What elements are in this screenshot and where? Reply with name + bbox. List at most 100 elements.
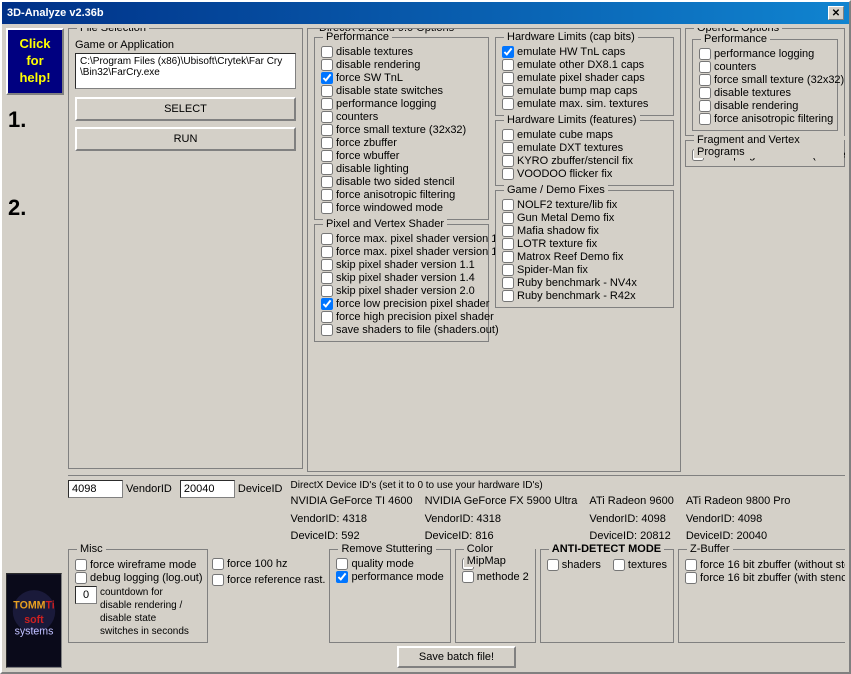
hw-cap-1: emulate other DX8.1 caps	[502, 59, 667, 71]
perf-check-12[interactable]	[321, 202, 333, 214]
ogl-perf-check-5[interactable]	[699, 113, 711, 125]
perf-item-11: force anisotropic filtering	[321, 189, 482, 201]
pv-check-4[interactable]	[321, 285, 333, 297]
misc-check-0[interactable]	[75, 559, 87, 571]
stutter-check-1[interactable]	[336, 571, 348, 583]
anti-1: textures	[613, 559, 667, 571]
game-check-5[interactable]	[502, 264, 514, 276]
game-check-0[interactable]	[502, 199, 514, 211]
hw-feat-1: emulate DXT textures	[502, 142, 667, 154]
run-button[interactable]: RUN	[75, 127, 296, 151]
hw-feat-3: VOODOO flicker fix	[502, 168, 667, 180]
preset-0: NVIDIA GeForce TI 4600 VendorID: 4318 De…	[291, 493, 413, 546]
save-batch-row: Save batch file!	[68, 646, 845, 668]
anti-check-0[interactable]	[547, 559, 559, 571]
perf-check-3[interactable]	[321, 85, 333, 97]
step1-label: 1.	[8, 107, 64, 133]
click-help-button[interactable]: Click for help!	[6, 28, 64, 95]
hw-cap-label-0: emulate HW TnL caps	[517, 46, 625, 58]
perf-check-11[interactable]	[321, 189, 333, 201]
game-check-3[interactable]	[502, 238, 514, 250]
misc-check-1[interactable]	[75, 572, 87, 584]
save-batch-button[interactable]: Save batch file!	[397, 646, 516, 668]
hw-feat-check-3[interactable]	[502, 168, 514, 180]
misc-label-2: force 100 hz	[227, 558, 288, 570]
close-button[interactable]: ✕	[828, 6, 844, 20]
perf-check-6[interactable]	[321, 124, 333, 136]
hw-feat-label-3: VOODOO flicker fix	[517, 168, 612, 180]
stutter-check-0[interactable]	[336, 558, 348, 570]
ogl-perf-check-1[interactable]	[699, 61, 711, 73]
ogl-perf-label-5: force anisotropic filtering	[714, 113, 833, 125]
hw-cap-check-2[interactable]	[502, 72, 514, 84]
anti-check-1[interactable]	[613, 559, 625, 571]
mipmap-check-1[interactable]	[462, 571, 474, 583]
hw-cap-check-0[interactable]	[502, 46, 514, 58]
pv-check-0[interactable]	[321, 233, 333, 245]
hw-feat-label-0: emulate cube maps	[517, 129, 613, 141]
misc-check-2[interactable]	[212, 558, 224, 570]
ogl-perf-check-3[interactable]	[699, 87, 711, 99]
ogl-perf-check-4[interactable]	[699, 100, 711, 112]
hw-cap-check-4[interactable]	[502, 98, 514, 110]
vendor-id-input[interactable]	[68, 480, 123, 498]
game-demo-title: Game / Demo Fixes	[504, 184, 608, 196]
perf-check-2[interactable]	[321, 72, 333, 84]
misc-check-3[interactable]	[212, 574, 224, 586]
zbuffer-title: Z-Buffer	[687, 543, 733, 555]
preset-0-name: NVIDIA GeForce TI 4600	[291, 493, 413, 511]
game-check-7[interactable]	[502, 290, 514, 302]
step2-label: 2.	[8, 195, 64, 221]
hw-feat-check-2[interactable]	[502, 155, 514, 167]
game-check-1[interactable]	[502, 212, 514, 224]
hw-cap-check-3[interactable]	[502, 85, 514, 97]
perf-check-5[interactable]	[321, 111, 333, 123]
pv-check-3[interactable]	[321, 272, 333, 284]
countdown-input[interactable]	[75, 586, 97, 604]
pv-check-7[interactable]	[321, 324, 333, 336]
zb-check-0[interactable]	[685, 559, 697, 571]
pv-check-1[interactable]	[321, 246, 333, 258]
hw-cap-check-1[interactable]	[502, 59, 514, 71]
misc-label-3: force reference rast.	[227, 574, 325, 586]
perf-check-7[interactable]	[321, 137, 333, 149]
pv-item-5: force low precision pixel shader	[321, 298, 482, 310]
hw-caps-group: Hardware Limits (cap bits) emulate HW Tn…	[495, 37, 674, 116]
hw-feat-check-0[interactable]	[502, 129, 514, 141]
game-label-2: Mafia shadow fix	[517, 225, 599, 237]
perf-check-0[interactable]	[321, 46, 333, 58]
game-check-6[interactable]	[502, 277, 514, 289]
ogl-perf-4: disable rendering	[699, 100, 831, 112]
frag-vert-group: Fragment and Vertex Programs save progra…	[685, 140, 845, 167]
frag-vert-title: Fragment and Vertex Programs	[694, 134, 844, 158]
hw-game-col: Hardware Limits (cap bits) emulate HW Tn…	[495, 37, 674, 471]
pv-check-6[interactable]	[321, 311, 333, 323]
perf-label-4: performance logging	[336, 98, 436, 110]
ogl-perf-check-0[interactable]	[699, 48, 711, 60]
pv-label-5: force low precision pixel shader	[336, 298, 489, 310]
hw-cap-label-1: emulate other DX8.1 caps	[517, 59, 644, 71]
mipmap-1: methode 2	[462, 571, 529, 583]
perf-check-9[interactable]	[321, 163, 333, 175]
ogl-perf-label-4: disable rendering	[714, 100, 798, 112]
game-check-2[interactable]	[502, 225, 514, 237]
remove-stuttering-title: Remove Stuttering	[338, 543, 435, 555]
perf-check-10[interactable]	[321, 176, 333, 188]
ogl-perf-check-2[interactable]	[699, 74, 711, 86]
device-id-input[interactable]	[180, 480, 235, 498]
pv-check-5[interactable]	[321, 298, 333, 310]
pv-label-7: save shaders to file (shaders.out)	[336, 324, 499, 336]
ogl-perf-0: performance logging	[699, 48, 831, 60]
select-button[interactable]: SELECT	[75, 97, 296, 121]
perf-check-4[interactable]	[321, 98, 333, 110]
perf-check-1[interactable]	[321, 59, 333, 71]
stutter-label-1: performance mode	[351, 571, 443, 583]
pv-check-2[interactable]	[321, 259, 333, 271]
zb-check-1[interactable]	[685, 572, 697, 584]
ogl-perf-2: force small texture (32x32)	[699, 74, 831, 86]
pv-label-3: skip pixel shader version 1.4	[336, 272, 475, 284]
countdown-area: countdown for disable rendering / disabl…	[75, 586, 203, 638]
game-check-4[interactable]	[502, 251, 514, 263]
perf-check-8[interactable]	[321, 150, 333, 162]
hw-feat-check-1[interactable]	[502, 142, 514, 154]
